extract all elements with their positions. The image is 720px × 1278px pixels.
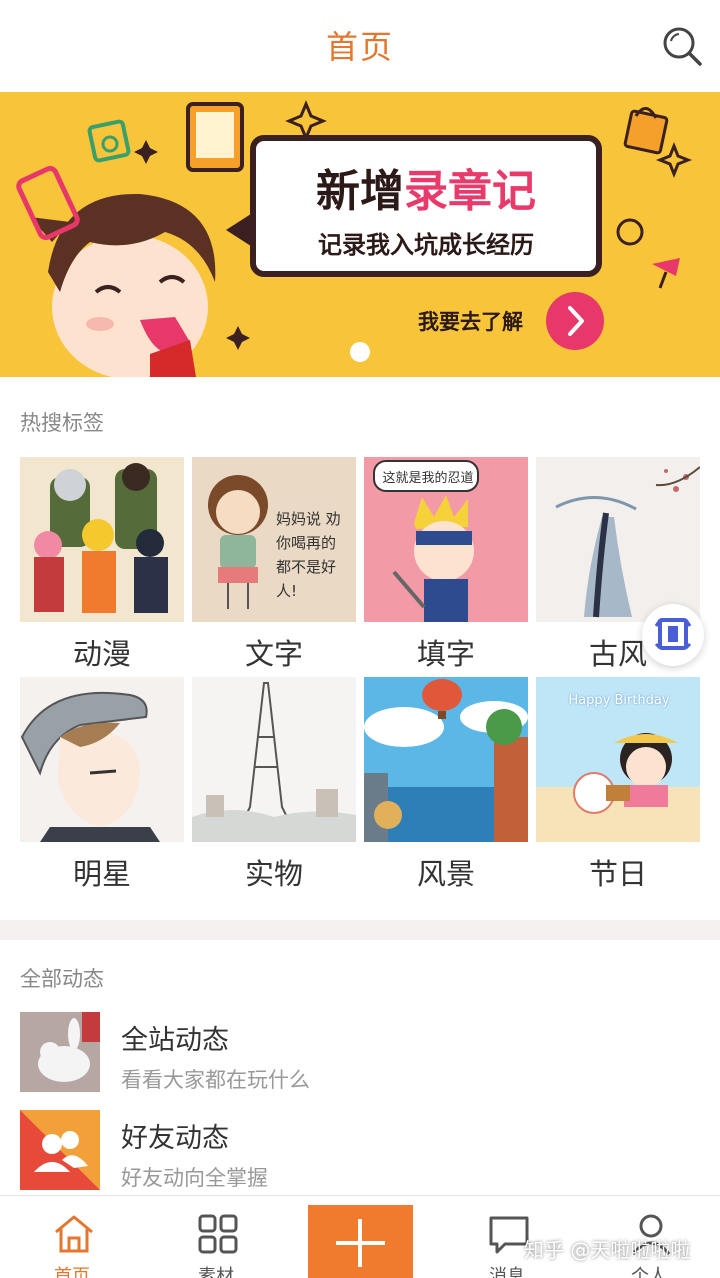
- tag-image: 妈妈说 劝你喝再的 都不是好人!: [192, 457, 356, 622]
- cube-icon: [654, 618, 692, 650]
- promo-banner[interactable]: 新增录章记 记录我入坑成长经历 我要去了解: [0, 92, 720, 377]
- feed-item-subtitle: 好友动向全掌握: [121, 1166, 268, 1190]
- section-divider: [0, 920, 720, 940]
- tag-image: 这就是我的忍道: [364, 457, 528, 622]
- tag-label: 风景: [416, 857, 475, 891]
- tag-image-caption: 妈妈说 劝你喝再的 都不是好人!: [276, 510, 341, 600]
- tag-scenery[interactable]: 风景: [364, 677, 528, 891]
- tag-label: 动漫: [72, 637, 131, 671]
- tag-fill-word[interactable]: 这就是我的忍道 填字: [364, 457, 528, 671]
- banner-bubble-tail: [226, 212, 254, 248]
- tag-image: [20, 457, 184, 622]
- tag-image: [20, 677, 184, 842]
- tag-celebrity[interactable]: 明星: [20, 677, 184, 891]
- banner-speech-bubble: 新增录章记 记录我入坑成长经历: [250, 135, 602, 277]
- tag-image: [192, 677, 356, 842]
- nav-label: 消息: [489, 1266, 525, 1278]
- tag-label: 文字: [244, 637, 303, 671]
- nav-label: 个人: [631, 1266, 667, 1278]
- banner-cta-text[interactable]: 我要去了解: [418, 306, 523, 336]
- page-title: 首页: [325, 28, 394, 66]
- banner-headline-black: 新增: [316, 166, 404, 217]
- tag-image: [536, 457, 700, 622]
- tag-label: 填字: [416, 637, 475, 671]
- tag-holiday[interactable]: Happy Birthday 节日: [536, 677, 700, 891]
- tag-image-caption: Happy Birthday: [568, 693, 670, 708]
- chevron-right-icon: [568, 306, 584, 336]
- grid-icon: [198, 1214, 238, 1254]
- search-icon: [663, 27, 702, 66]
- banner-headline: 新增录章记: [256, 155, 596, 219]
- tag-image: [364, 677, 528, 842]
- tag-image: Happy Birthday: [536, 677, 700, 842]
- feed-item-friends[interactable]: 好友动态 好友动向全掌握: [20, 1110, 700, 1192]
- friends-icon: [20, 1110, 100, 1190]
- top-bar: 首页: [0, 0, 720, 92]
- tag-image-caption: 这就是我的忍道: [382, 471, 474, 486]
- banner-page-indicator: [350, 342, 370, 362]
- nav-label: 素材: [198, 1266, 234, 1278]
- feed-thumb: [20, 1110, 100, 1190]
- add-button[interactable]: [308, 1205, 413, 1278]
- tag-label: 明星: [72, 857, 131, 891]
- floating-action-button[interactable]: [642, 604, 704, 666]
- tag-label: 节日: [588, 857, 647, 891]
- feed-heading: 全部动态: [20, 967, 104, 991]
- search-button[interactable]: [660, 24, 704, 68]
- feed-item-subtitle: 看看大家都在玩什么: [121, 1068, 310, 1092]
- nav-home[interactable]: 首页: [17, 1196, 127, 1278]
- watermark-text: 知乎 @天啦啦啦啦: [524, 1238, 691, 1262]
- tag-anime[interactable]: 动漫: [20, 457, 184, 671]
- banner-subline: 记录我入坑成长经历: [318, 231, 534, 259]
- hot-tags-heading: 热搜标签: [20, 411, 104, 435]
- feed-thumb: [20, 1012, 100, 1092]
- tag-object[interactable]: 实物: [192, 677, 356, 891]
- banner-headline-accent: 录章记: [404, 166, 536, 217]
- nav-label: 首页: [54, 1266, 90, 1278]
- feed-item-title: 好友动态: [121, 1123, 229, 1154]
- tag-text[interactable]: 妈妈说 劝你喝再的 都不是好人! 文字: [192, 457, 356, 671]
- feed-item-title: 全站动态: [121, 1025, 229, 1056]
- nav-materials[interactable]: 素材: [161, 1196, 271, 1278]
- home-icon: [55, 1215, 93, 1253]
- plus-icon: [336, 1219, 385, 1267]
- feed-item-all[interactable]: 全站动态 看看大家都在玩什么: [20, 1012, 700, 1094]
- tag-label: 实物: [244, 857, 303, 891]
- banner-cta-button[interactable]: [546, 292, 604, 350]
